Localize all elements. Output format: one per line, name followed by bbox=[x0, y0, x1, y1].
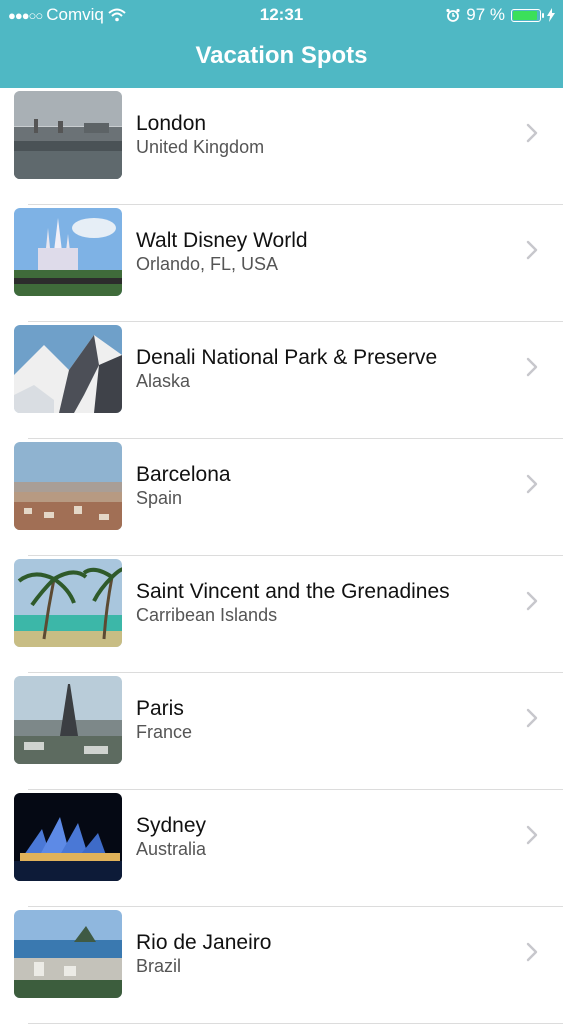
spot-title: Paris bbox=[136, 697, 184, 720]
list-item[interactable]: Sydney Australia bbox=[0, 790, 563, 907]
navigation-bar: ●●●○○ Comviq 12:31 97 % Vacation Spots bbox=[0, 0, 563, 88]
list-item[interactable]: Barcelona Spain bbox=[0, 439, 563, 556]
chevron-right-icon bbox=[526, 123, 538, 143]
spot-title: London bbox=[136, 112, 207, 135]
list-item[interactable]: Rio de Janeiro Brazil bbox=[0, 907, 563, 1024]
list-item[interactable]: London United Kingdom bbox=[0, 88, 563, 205]
spot-subtitle: Orlando, FL, USA bbox=[136, 254, 279, 274]
spot-subtitle: Australia bbox=[136, 839, 207, 859]
chevron-right-icon bbox=[526, 825, 538, 845]
spot-subtitle: United Kingdom bbox=[136, 137, 265, 157]
list-item[interactable]: Walt Disney World Orlando, FL, USA bbox=[0, 205, 563, 322]
chevron-right-icon bbox=[526, 942, 538, 962]
list-item[interactable]: Paris France bbox=[0, 673, 563, 790]
spot-title: Rio de Janeiro bbox=[136, 931, 272, 954]
list-item[interactable]: Denali National Park & Preserve Alaska bbox=[0, 322, 563, 439]
list-item[interactable]: Saint Vincent and the Grenadines Carribe… bbox=[0, 556, 563, 673]
chevron-right-icon bbox=[526, 591, 538, 611]
chevron-right-icon bbox=[526, 357, 538, 377]
spot-subtitle: France bbox=[136, 722, 193, 742]
opera-house-photo bbox=[14, 793, 122, 881]
bay-city-photo bbox=[14, 910, 122, 998]
city-skyline-photo bbox=[14, 442, 122, 530]
eiffel-tower-photo bbox=[14, 676, 122, 764]
status-bar: ●●●○○ Comviq 12:31 97 % bbox=[0, 0, 563, 30]
spot-subtitle: Carribean Islands bbox=[136, 605, 278, 625]
spot-title: Denali National Park & Preserve bbox=[136, 346, 438, 369]
spot-subtitle: Brazil bbox=[136, 956, 182, 976]
mountains-photo bbox=[14, 325, 122, 413]
charging-bolt-icon bbox=[547, 8, 555, 22]
battery-percent: 97 % bbox=[466, 5, 505, 24]
london-photo bbox=[14, 91, 122, 179]
spot-title: Sydney bbox=[136, 814, 207, 837]
chevron-right-icon bbox=[526, 708, 538, 728]
chevron-right-icon bbox=[526, 474, 538, 494]
spot-subtitle: Spain bbox=[136, 488, 183, 508]
alarm-icon bbox=[446, 8, 460, 22]
beach-palms-photo bbox=[14, 559, 122, 647]
battery-icon bbox=[511, 8, 544, 22]
spot-title: Barcelona bbox=[136, 463, 231, 486]
spot-title: Saint Vincent and the Grenadines bbox=[136, 580, 450, 603]
spot-title: Walt Disney World bbox=[136, 229, 308, 252]
vacation-spot-list: London United Kingdom Walt Disney World … bbox=[0, 88, 563, 1024]
page-title: Vacation Spots bbox=[195, 42, 368, 69]
spot-subtitle: Alaska bbox=[136, 371, 191, 391]
chevron-right-icon bbox=[526, 240, 538, 260]
disney-castle-photo bbox=[14, 208, 122, 296]
